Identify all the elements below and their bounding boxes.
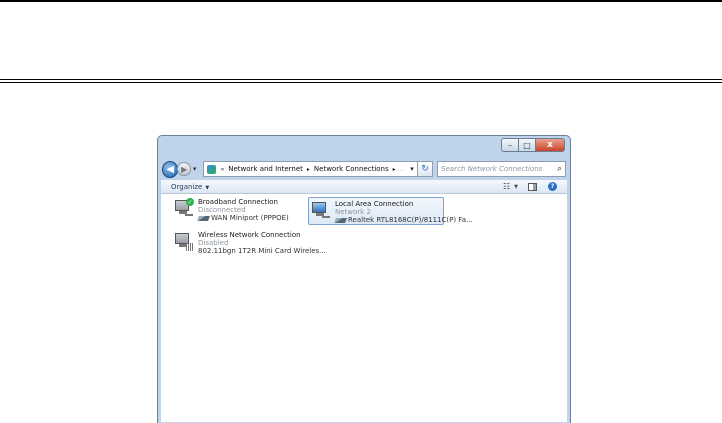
close-button[interactable]: x <box>535 138 565 152</box>
connection-device-label: Realtek RTL8168C(P)/8111C(P) Fa... <box>348 216 473 224</box>
organize-menu-button[interactable]: Organize ▼ <box>171 183 209 191</box>
connections-list: ✓ Broadband Connection Disconnected WAN … <box>161 194 567 422</box>
search-box[interactable]: Search Network Connections ⌕ <box>437 161 567 177</box>
view-options-caret-icon[interactable]: ▼ <box>514 184 518 190</box>
local-area-connection-icon <box>311 200 331 220</box>
connection-device-label: WAN Miniport (PPPOE) <box>211 214 289 222</box>
wireless-connection-icon <box>174 231 194 251</box>
forward-arrow-icon: ▶ <box>181 164 188 174</box>
change-view-icon[interactable]: ☷ <box>503 182 510 191</box>
help-icon[interactable]: ? <box>548 182 557 191</box>
connection-item-local-area[interactable]: Local Area Connection Network 2 Realtek … <box>308 197 473 225</box>
divider-rule-upper <box>0 79 722 80</box>
organize-label: Organize <box>171 182 203 191</box>
connection-name: Local Area Connection <box>335 200 414 208</box>
cable-shape <box>185 212 193 216</box>
connection-device: Realtek RTL8168C(P)/8111C(P) Fa... <box>334 216 473 224</box>
address-dropdown-icon[interactable]: ▾ <box>410 165 414 173</box>
connection-status: Disconnected <box>198 206 246 214</box>
network-connections-window: – □ x ◀ ▶ ▾ « Network and Internet ▸ Net… <box>157 135 571 423</box>
monitor-shape <box>312 202 326 213</box>
refresh-icon: ↻ <box>421 164 429 174</box>
adapter-icon <box>197 215 210 221</box>
recent-pages-dropdown[interactable]: ▾ <box>193 165 201 173</box>
window-controls: – □ x <box>501 138 565 152</box>
connection-name: Wireless Network Connection <box>198 231 301 239</box>
preview-pane-icon[interactable] <box>528 182 537 191</box>
checkmark-badge-icon: ✓ <box>186 198 194 206</box>
address-bar[interactable]: « Network and Internet ▸ Network Connect… <box>202 161 418 177</box>
connection-status: Network 2 <box>335 208 371 216</box>
connection-name: Broadband Connection <box>198 198 278 206</box>
back-arrow-icon: ◀ <box>166 163 175 175</box>
breadcrumb-separator-icon[interactable]: ▸ <box>307 166 310 173</box>
breadcrumb-network-connections[interactable]: Network Connections <box>314 165 389 173</box>
connection-device-label: 802.11bgn 1T2R Mini Card Wireles... <box>198 247 326 255</box>
signal-bars-icon <box>186 243 194 251</box>
address-overflow-icon[interactable]: « <box>221 166 225 173</box>
connection-item-broadband[interactable]: ✓ Broadband Connection Disconnected WAN … <box>174 198 289 222</box>
connection-item-wireless[interactable]: Wireless Network Connection Disabled 802… <box>174 231 326 255</box>
top-rule <box>0 0 722 2</box>
refresh-button[interactable]: ↻ <box>417 161 434 177</box>
minimize-button[interactable]: – <box>501 138 518 152</box>
connection-details: Broadband Connection Disconnected WAN Mi… <box>197 198 289 222</box>
connection-status: Disabled <box>198 239 229 247</box>
network-folder-icon <box>206 164 216 174</box>
title-bar[interactable]: – □ x <box>158 136 570 158</box>
maximize-button[interactable]: □ <box>518 138 535 152</box>
forward-button[interactable]: ▶ <box>177 162 191 176</box>
search-icon[interactable]: ⌕ <box>557 164 562 174</box>
breadcrumb-network-and-internet[interactable]: Network and Internet <box>228 165 303 173</box>
connection-device: WAN Miniport (PPPOE) <box>197 214 289 222</box>
command-toolbar: Organize ▼ ☷ ▼ ? <box>161 180 567 194</box>
navigation-bar: ◀ ▶ ▾ « Network and Internet ▸ Network C… <box>162 158 567 180</box>
connection-details: Local Area Connection Network 2 Realtek … <box>334 200 473 224</box>
organize-caret-icon: ▼ <box>205 184 210 191</box>
adapter-icon <box>334 217 347 223</box>
cable-shape <box>322 214 330 218</box>
connection-device: 802.11bgn 1T2R Mini Card Wireles... <box>198 247 326 255</box>
back-button[interactable]: ◀ <box>162 160 179 178</box>
search-input[interactable]: Search Network Connections <box>441 165 557 173</box>
divider-rule-lower <box>0 82 722 83</box>
address-ghost-text: ... <box>397 165 405 173</box>
connection-details: Wireless Network Connection Disabled 802… <box>198 231 326 255</box>
breadcrumb-separator-icon[interactable]: ▸ <box>393 166 396 173</box>
broadband-connection-icon: ✓ <box>174 198 194 218</box>
